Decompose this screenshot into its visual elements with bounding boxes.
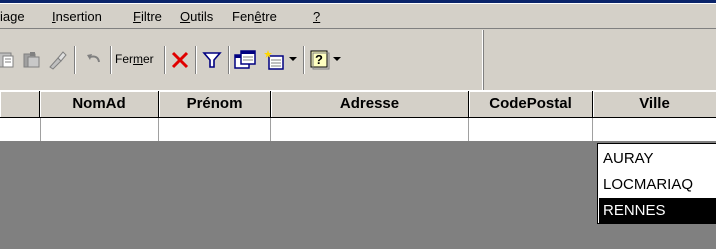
cell-nomad[interactable]	[41, 118, 159, 141]
new-object-icon[interactable]	[263, 48, 287, 72]
toolbar: Fermer ?	[0, 30, 716, 91]
cell-adresse[interactable]	[271, 118, 469, 141]
brush-icon[interactable]	[45, 48, 69, 72]
column-header-prenom[interactable]: Prénom	[159, 91, 271, 118]
list-item[interactable]: AURAY	[599, 146, 716, 172]
menu-item-label: Fen	[232, 9, 255, 24]
chevron-down-icon[interactable]	[330, 48, 344, 72]
format-painter-icon[interactable]	[20, 48, 44, 72]
menu-item-fenetre[interactable]: Fenêtre	[232, 9, 277, 24]
menu-item-filtre[interactable]: Filtre	[133, 9, 162, 24]
column-header-nomad[interactable]: NomAd	[40, 91, 159, 118]
toolbar-separator	[228, 46, 230, 74]
cell-codepostal[interactable]	[469, 118, 593, 141]
mnemonic-letter: ê	[254, 9, 262, 24]
menu-item-label: utils	[190, 9, 214, 24]
chevron-down-icon[interactable]	[286, 48, 300, 72]
column-header-codepostal[interactable]: CodePostal	[469, 91, 593, 118]
column-header-ville[interactable]: Ville	[593, 91, 716, 118]
toolbar-separator	[110, 46, 112, 74]
toolbar-strip: Fermer ?	[0, 30, 484, 91]
cell-ville[interactable]	[593, 118, 716, 141]
filter-icon[interactable]	[200, 48, 224, 72]
close-button-label: er	[143, 52, 154, 66]
svg-text:?: ?	[315, 52, 323, 67]
menu-item-label: nsertion	[55, 9, 102, 24]
grid-header: NomAd Prénom Adresse CodePostal Ville	[0, 90, 716, 118]
mnemonic-letter: F	[133, 9, 141, 24]
menu-item-label: iage	[0, 9, 25, 24]
menu-item-affichage[interactable]: iage	[0, 9, 25, 24]
menu-item-outils[interactable]: Outils	[180, 9, 213, 24]
paste-icon[interactable]	[0, 48, 18, 72]
toolbar-separator	[303, 46, 305, 74]
table-row	[0, 118, 716, 142]
toolbar-separator	[195, 46, 197, 74]
row-selector[interactable]	[0, 118, 41, 141]
menu-bar: iage Insertion Filtre Outils Fenêtre ?	[0, 3, 716, 29]
menu-item-label: iltre	[140, 9, 162, 24]
list-item-selected[interactable]: RENNES	[599, 198, 716, 224]
list-item[interactable]: LOCMARIAQ	[599, 172, 716, 198]
database-window-icon[interactable]	[233, 48, 257, 72]
toolbar-separator	[164, 46, 166, 74]
mnemonic-letter: m	[133, 52, 143, 66]
mnemonic-letter: O	[180, 9, 191, 24]
mnemonic-letter: ?	[313, 9, 321, 24]
cell-prenom[interactable]	[159, 118, 271, 141]
help-icon[interactable]: ?	[308, 48, 332, 72]
undo-icon[interactable]	[82, 48, 106, 72]
menu-item-label: tre	[261, 9, 277, 24]
column-header-adresse[interactable]: Adresse	[271, 91, 469, 118]
menu-item-help[interactable]: ?	[313, 9, 320, 24]
menu-item-insertion[interactable]: Insertion	[52, 9, 102, 24]
close-button[interactable]: Fermer	[115, 52, 154, 66]
close-button-label: Fer	[115, 52, 133, 66]
delete-icon[interactable]	[168, 48, 192, 72]
ville-dropdown-list[interactable]: AURAY LOCMARIAQ RENNES	[597, 143, 716, 224]
toolbar-separator	[74, 46, 76, 74]
row-selector-header[interactable]	[0, 91, 40, 118]
